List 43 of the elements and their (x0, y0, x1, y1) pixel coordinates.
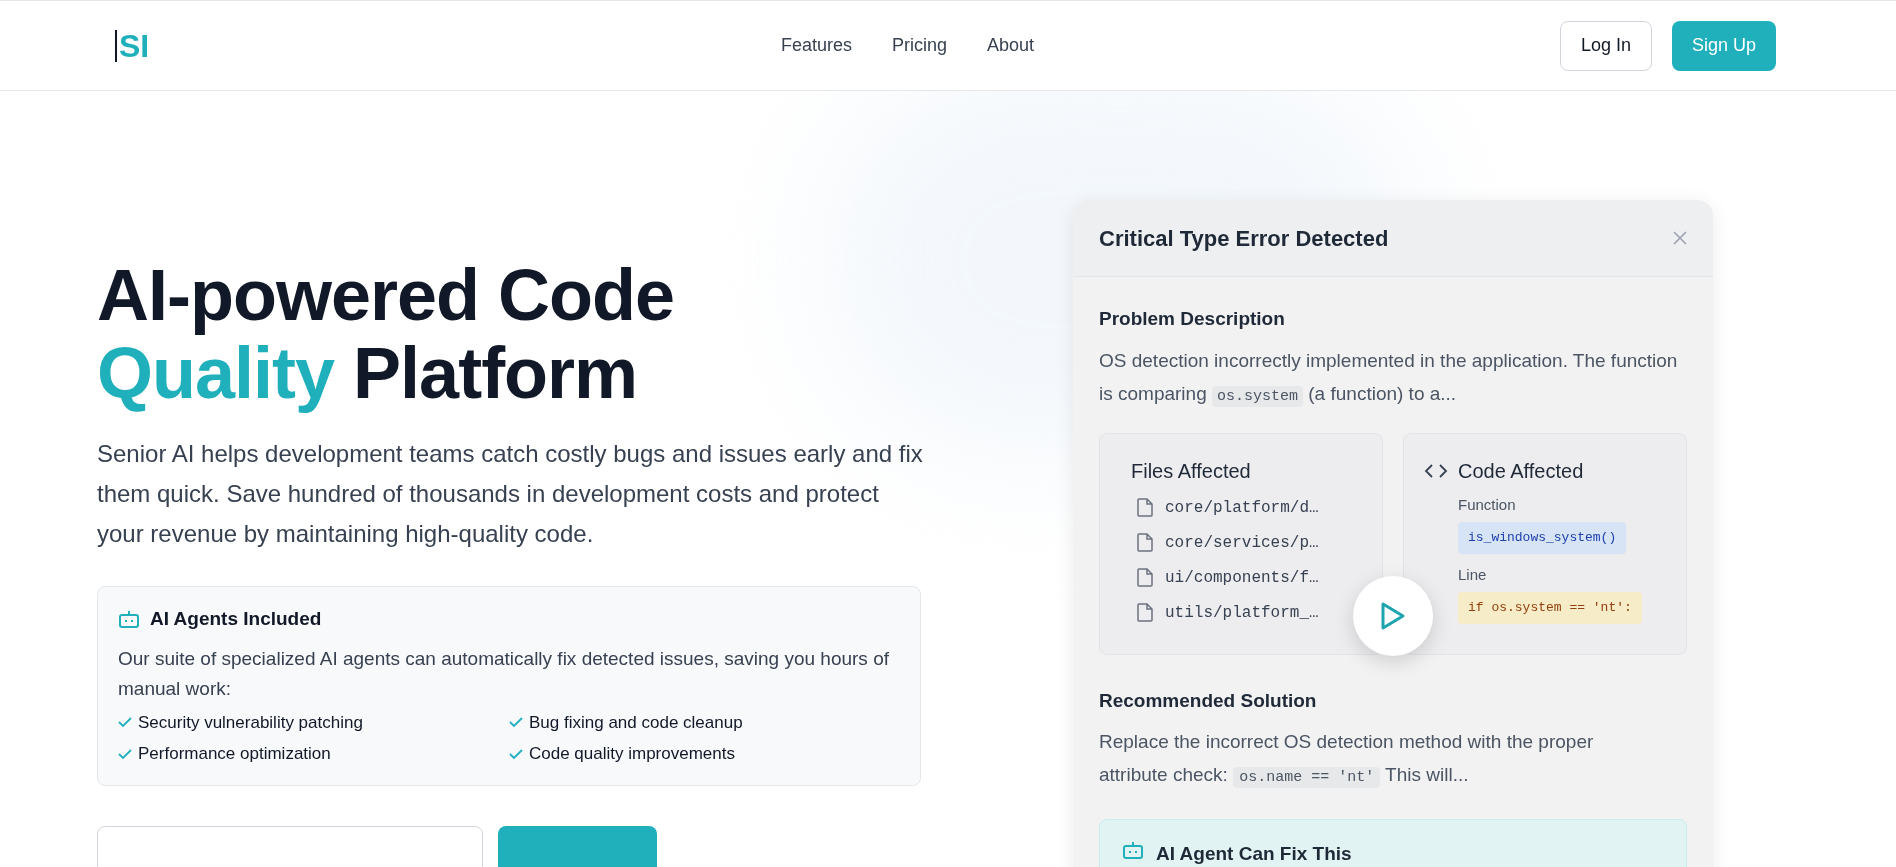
robot-icon (118, 609, 140, 630)
email-field[interactable] (97, 825, 483, 867)
file-icon (1137, 498, 1153, 517)
problem-text: OS detection incorrectly implemented in the application. The function is comparing os.system (a function) to a... (1099, 348, 1679, 409)
file-icon (1137, 568, 1153, 587)
agent-fix-title: AI Agent Can Fix This (1156, 842, 1352, 866)
login-button[interactable]: Log In (1559, 20, 1652, 71)
play-icon (1380, 601, 1406, 631)
feature-item: Performance optimization (138, 743, 331, 765)
check-icon (509, 716, 523, 729)
solution-heading: Recommended Solution (1099, 688, 1318, 713)
card-title: Critical Type Error Detected (1099, 224, 1389, 253)
check-icon (118, 716, 132, 729)
nav-link[interactable]: Pricing (891, 32, 947, 59)
check-icon (509, 747, 523, 760)
hero-description: Senior AI helps development teams catch costly bugs and issues early and fix them quick. Save hundred of thousands in development costs and protect your revenue by maintaining high-quality code. (97, 439, 924, 549)
file-path: utils/platform_… (1165, 602, 1319, 624)
robot-icon (1122, 840, 1144, 860)
nav-link[interactable]: About (986, 32, 1034, 59)
agents-text: Our suite of specialized AI agents can automatically fix detected issues, saving you hours of manual work: (118, 646, 890, 701)
function-code: is_windows_system() (1458, 522, 1627, 554)
line-label: Line (1458, 564, 1487, 585)
problem-heading: Problem Description (1099, 307, 1286, 331)
files-heading: Files Affected (1131, 458, 1252, 484)
feature-item: Bug fixing and code cleanup (529, 711, 743, 734)
function-label: Function (1458, 494, 1516, 515)
hero-title: AI-powered Code Quality Platform (97, 256, 676, 412)
check-icon (118, 747, 132, 760)
close-icon[interactable] (1673, 231, 1687, 245)
cta-button[interactable] (498, 825, 657, 867)
code-heading: Code Affected (1458, 458, 1584, 484)
file-path: core/platform/d… (1165, 497, 1319, 519)
file-icon (1137, 603, 1153, 622)
agents-title: AI Agents Included (150, 607, 322, 631)
file-icon (1137, 533, 1153, 552)
solution-text: Replace the incorrect OS detection method with the proper attribute check: os.name == 'nt' This will... (1099, 730, 1595, 790)
line-code: if os.system == 'nt': (1458, 592, 1642, 624)
nav-link[interactable]: Features (780, 32, 852, 59)
feature-item: Code quality improvements (529, 743, 735, 765)
code-icon (1424, 462, 1448, 479)
feature-item: Security vulnerability patching (138, 711, 363, 734)
file-path: ui/components/f… (1165, 567, 1319, 589)
file-path: core/services/p… (1165, 532, 1319, 554)
